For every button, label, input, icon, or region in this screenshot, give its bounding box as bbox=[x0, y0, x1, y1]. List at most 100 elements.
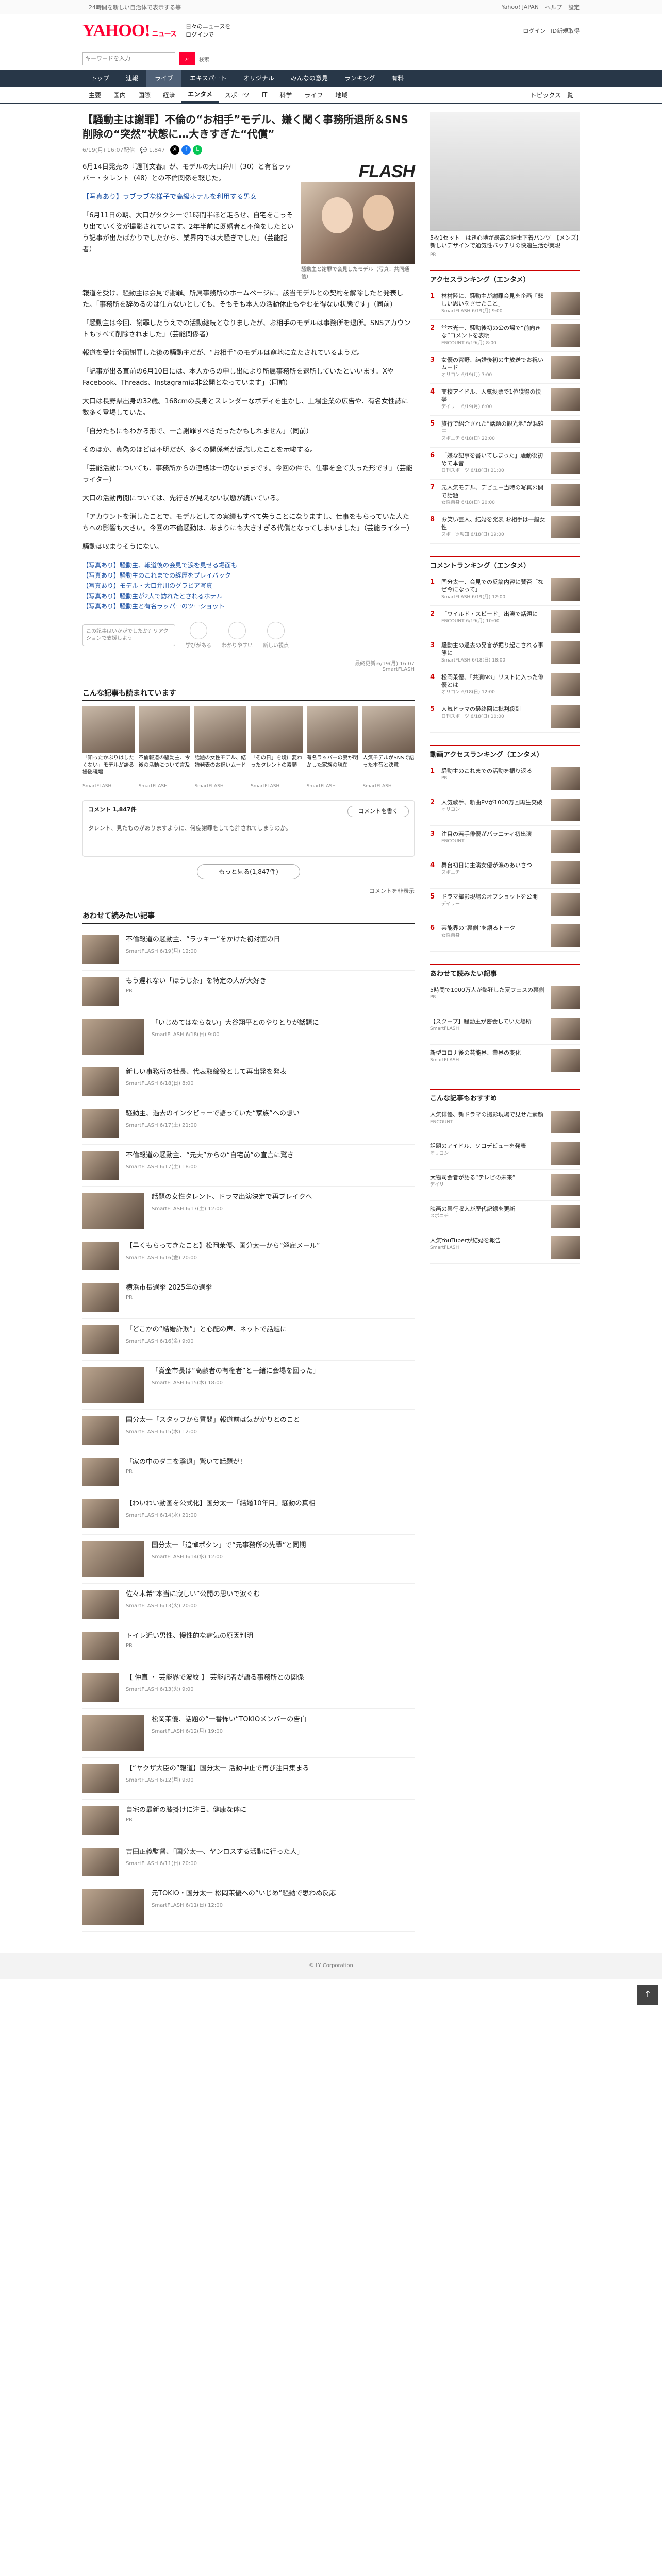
list-item[interactable]: トイレ近い男性、慢性的な病気の原因判明 PR bbox=[82, 1625, 415, 1667]
sidebar-ad-image[interactable] bbox=[430, 112, 580, 231]
list-item[interactable]: 佐々木希“本当に寂しい”公開の思いで涙ぐむ SmartFLASH 6/13(火) … bbox=[82, 1584, 415, 1625]
list-item[interactable]: 国分太一「スタッフから質問」報道前は気がかりとのこと SmartFLASH 6/1… bbox=[82, 1410, 415, 1451]
signup-link[interactable]: ID新規取得 bbox=[551, 27, 580, 35]
list-item[interactable]: 新しい事務所の社長、代表取締役として再出発を発表 SmartFLASH 6/18(… bbox=[82, 1061, 415, 1103]
sidebar-ad-caption[interactable]: 5枚1セット はき心地が最高の紳士下着パンツ 【メンズ】新しいデザインで通気性バ… bbox=[430, 234, 580, 249]
nav-item[interactable]: みんなの意見 bbox=[283, 70, 336, 87]
subnav-item[interactable]: 地域 bbox=[329, 91, 354, 99]
related-link[interactable]: 【写真あり】騒動主のこれまでの経歴をプレイバック bbox=[82, 570, 415, 581]
facebook-share-icon[interactable]: f bbox=[181, 145, 191, 155]
reaction-learn[interactable]: 学びがある bbox=[186, 622, 211, 649]
list-item[interactable]: 国分太一「追悼ボタン」で“元事務所の先輩”と同期 SmartFLASH 6/14(… bbox=[82, 1535, 415, 1584]
subnav-item[interactable]: 国内 bbox=[107, 91, 132, 99]
ranking-item[interactable]: 【スクープ】騒動主が密会していた場所 SmartFLASH bbox=[430, 1013, 580, 1045]
ranking-item[interactable]: 人気俳優、新ドラマの撮影現場で見せた素顔 ENCOUNT bbox=[430, 1107, 580, 1138]
ranking-item[interactable]: 話題のアイドル、ソロデビューを発表 オリコン bbox=[430, 1138, 580, 1170]
related-card[interactable]: 人気モデルがSNSで語った本音と決意 SmartFLASH bbox=[362, 706, 415, 789]
subnav-item[interactable]: ライフ bbox=[298, 91, 329, 99]
ranking-item[interactable]: 映画の興行収入が歴代記録を更新 スポニチ bbox=[430, 1201, 580, 1232]
subnav-item[interactable]: エンタメ bbox=[181, 87, 219, 103]
nav-item[interactable]: オリジナル bbox=[235, 70, 283, 87]
related-card[interactable]: 不倫報道の騒動主、今後の活動について言及 SmartFLASH bbox=[138, 706, 191, 789]
x-share-icon[interactable]: X bbox=[170, 145, 180, 155]
list-item[interactable]: 【早くもらってきたこと】松岡茉優、国分太一から“解雇メール” SmartFLASH… bbox=[82, 1235, 415, 1277]
ranking-item[interactable]: 7 元人気モデル、デビュー当時の写真公開で話題 女性自身 6/18(日) 20:00 bbox=[430, 480, 580, 512]
ranking-item[interactable]: 2 「ワイルド・スピード」出演で話題に ENCOUNT 6/19(月) 10:00 bbox=[430, 606, 580, 637]
ranking-item[interactable]: 3 女優の宮野、結婚後初の生放送でお祝いムード オリコン 6/19(月) 7:00 bbox=[430, 352, 580, 384]
ranking-item[interactable]: 3 騒動主の過去の発言が掘り起こされる事態に SmartFLASH 6/18(日) … bbox=[430, 637, 580, 669]
article-photo[interactable] bbox=[301, 182, 415, 264]
search-button[interactable]: ⌕ bbox=[179, 52, 195, 65]
ranking-item[interactable]: 6 芸能界の“裏側”を語るトーク 女性自身 bbox=[430, 920, 580, 952]
ranking-item[interactable]: 大物司会者が語る“テレビの未来” デイリー bbox=[430, 1170, 580, 1201]
comment-count[interactable]: 💬 1,847 bbox=[140, 147, 165, 154]
list-item[interactable]: 吉田正義監督、「国分太一、ヤンロスする活動に行った人」 SmartFLASH 6/… bbox=[82, 1841, 415, 1883]
list-item[interactable]: 騒動主、過去のインタビューで語っていた“家族”への想い SmartFLASH 6/… bbox=[82, 1103, 415, 1145]
site-logo[interactable]: YAHOO! ニュース bbox=[82, 21, 177, 41]
list-item[interactable]: 話題の女性タレント、ドラマ出演決定で再ブレイクへ SmartFLASH 6/17(… bbox=[82, 1187, 415, 1235]
related-link[interactable]: 【写真あり】騒動主、報道後の会見で涙を見せる場面も bbox=[82, 560, 415, 570]
reaction-new[interactable]: 新しい視点 bbox=[263, 622, 289, 649]
list-item[interactable]: 松岡茉優、話題の“一番怖い”TOKIOメンバーの告白 SmartFLASH 6/1… bbox=[82, 1709, 415, 1758]
write-comment-button[interactable]: コメントを書く bbox=[347, 806, 409, 817]
ranking-item[interactable]: 6 「嫌な記事を書いてしまった」騒動後初めて本音 日刊スポーツ 6/18(日) 21… bbox=[430, 448, 580, 480]
search-input[interactable] bbox=[82, 52, 175, 65]
ranking-item[interactable]: 5 人気ドラマの最終回に批判殺到 日刊スポーツ 6/18(日) 10:00 bbox=[430, 701, 580, 733]
topbar-help[interactable]: ヘルプ bbox=[545, 3, 562, 11]
list-item[interactable]: 不倫報道の騒動主、“ラッキー”をかけた初対面の日 SmartFLASH 6/19(… bbox=[82, 929, 415, 971]
ranking-item[interactable]: 人気YouTuberが結婚を報告 SmartFLASH bbox=[430, 1232, 580, 1264]
list-item[interactable]: 【 仲直 ・ 芸能界で波紋 】 芸能記者が語る事務所との関係 SmartFLASH… bbox=[82, 1667, 415, 1709]
login-link[interactable]: ログイン bbox=[523, 27, 545, 35]
ranking-item[interactable]: 5 ドラマ撮影現場のオフショットを公開 デイリー bbox=[430, 889, 580, 920]
subnav-item[interactable]: 主要 bbox=[82, 91, 107, 99]
photo-link[interactable]: 【写真あり】ラブラブな様子で高級ホテルを利用する男女 bbox=[82, 192, 294, 203]
related-card[interactable]: 「その日」を境に変わったタレントの素顔 SmartFLASH bbox=[250, 706, 303, 789]
subnav-item[interactable]: IT bbox=[255, 91, 273, 98]
related-card[interactable]: 話題の女性モデル、結婚発表のお祝いムード SmartFLASH bbox=[194, 706, 246, 789]
list-item[interactable]: もう遅れない「ほうじ茶」を特定の人が大好き PR bbox=[82, 971, 415, 1012]
list-item[interactable]: 【“ヤクザ大臣の”報道】国分太一 活動中止で再び注目集まる SmartFLASH … bbox=[82, 1758, 415, 1800]
related-link[interactable]: 【写真あり】モデル・大口弁川のグラビア写真 bbox=[82, 581, 415, 591]
line-share-icon[interactable]: L bbox=[193, 145, 203, 155]
subnav-item[interactable]: 科学 bbox=[273, 91, 298, 99]
related-card[interactable]: 有名ラッパーの妻が明かした家族の現在 SmartFLASH bbox=[306, 706, 359, 789]
subnav-item[interactable]: 国際 bbox=[132, 91, 157, 99]
ranking-item[interactable]: 1 林村陸に、騒動主が謝罪会見を企画「悲しい思いをさせたこと」 SmartFLASH… bbox=[430, 288, 580, 320]
related-link[interactable]: 【写真あり】騒動主と有名ラッパーのツーショット bbox=[82, 601, 415, 612]
list-item[interactable]: 元TOKIO・国分太一 松岡茉優への“いじめ”騒動で思わぬ反応 SmartFLAS… bbox=[82, 1883, 415, 1932]
article-source[interactable]: SmartFLASH bbox=[82, 667, 415, 672]
ranking-item[interactable]: 新型コロナ後の芸能界、業界の変化 SmartFLASH bbox=[430, 1045, 580, 1076]
ranking-item[interactable]: 1 騒動主のこれまでの活動を振り返る PR bbox=[430, 763, 580, 794]
list-item[interactable]: 横浜市長選挙 2025年の選挙 PR bbox=[82, 1277, 415, 1319]
ranking-item[interactable]: 3 注目の若手俳優がバラエティ初出演 ENCOUNT bbox=[430, 826, 580, 857]
list-item[interactable]: 不倫報道の騒動主、“元夫”からの“自宅前”の宣言に驚き SmartFLASH 6/… bbox=[82, 1145, 415, 1187]
subnav-item[interactable]: スポーツ bbox=[219, 91, 256, 99]
nav-item[interactable]: トップ bbox=[82, 70, 118, 87]
more-comments-button[interactable]: もっと見る(1,847件) bbox=[197, 864, 300, 879]
reaction-clear[interactable]: わかりやすい bbox=[222, 622, 253, 649]
list-item[interactable]: 「家の中のダニを撃退」驚いて話題が！ PR bbox=[82, 1451, 415, 1493]
ranking-item[interactable]: 4 舞台初日に主演女優が涙のあいさつ スポニチ bbox=[430, 857, 580, 889]
related-card[interactable]: 「知ったかぶりはしたくない」モデルが語る撮影現場 SmartFLASH bbox=[82, 706, 135, 789]
page-top-button[interactable]: ↑ bbox=[637, 1985, 658, 2005]
nav-item[interactable]: 速報 bbox=[118, 70, 146, 87]
nav-item[interactable]: ランキング bbox=[336, 70, 384, 87]
nav-item[interactable]: エキスパート bbox=[181, 70, 235, 87]
ranking-item[interactable]: 4 高校アイドル、人気投票で1位獲得の快挙 デイリー 6/19(月) 6:00 bbox=[430, 384, 580, 416]
ranking-item[interactable]: 4 松岡茉優、「共演NG」リストに入った俳優とは オリコン 6/18(日) 12:0… bbox=[430, 669, 580, 701]
ranking-item[interactable]: 5 旅行で紹介された“話題の観光地”が混雑中 スポニチ 6/18(日) 22:00 bbox=[430, 416, 580, 448]
topbar-login[interactable]: Yahoo! JAPAN bbox=[501, 4, 539, 10]
ranking-item[interactable]: 5時間で1000万人が熱狂した夏フェスの裏側 PR bbox=[430, 982, 580, 1013]
subnav-item[interactable]: 経済 bbox=[157, 91, 181, 99]
ranking-item[interactable]: 2 人気歌手、新曲PVが1000万回再生突破 オリコン bbox=[430, 794, 580, 826]
list-item[interactable]: 「いじめてはならない」大谷翔平とのやりとりが話題に SmartFLASH 6/18… bbox=[82, 1012, 415, 1061]
nav-item[interactable]: ライブ bbox=[146, 70, 182, 87]
hide-comments-toggle[interactable]: コメントを非表示 bbox=[82, 887, 415, 895]
topbar-settings[interactable]: 設定 bbox=[568, 3, 580, 11]
ranking-item[interactable]: 2 堂本光一、騒動後初の公の場で“前向きな”コメントを表明 ENCOUNT 6/19… bbox=[430, 320, 580, 352]
related-link[interactable]: 【写真あり】騒動主が2人で訪れたとされるホテル bbox=[82, 591, 415, 601]
list-item[interactable]: 【わいわい動画を公式化】国分太一「結婚10年目」騒動の真相 SmartFLASH … bbox=[82, 1493, 415, 1535]
list-item[interactable]: 自宅の最新の膝掛けに注目、健康な体に PR bbox=[82, 1800, 415, 1841]
ranking-item[interactable]: 1 国分太一、会見での反論内容に賛否「なぜ今になって」 SmartFLASH 6/1… bbox=[430, 574, 580, 606]
ranking-item[interactable]: 8 お笑い芸人、結婚を発表 お相手は一般女性 スポーツ報知 6/18(日) 19:0… bbox=[430, 512, 580, 544]
